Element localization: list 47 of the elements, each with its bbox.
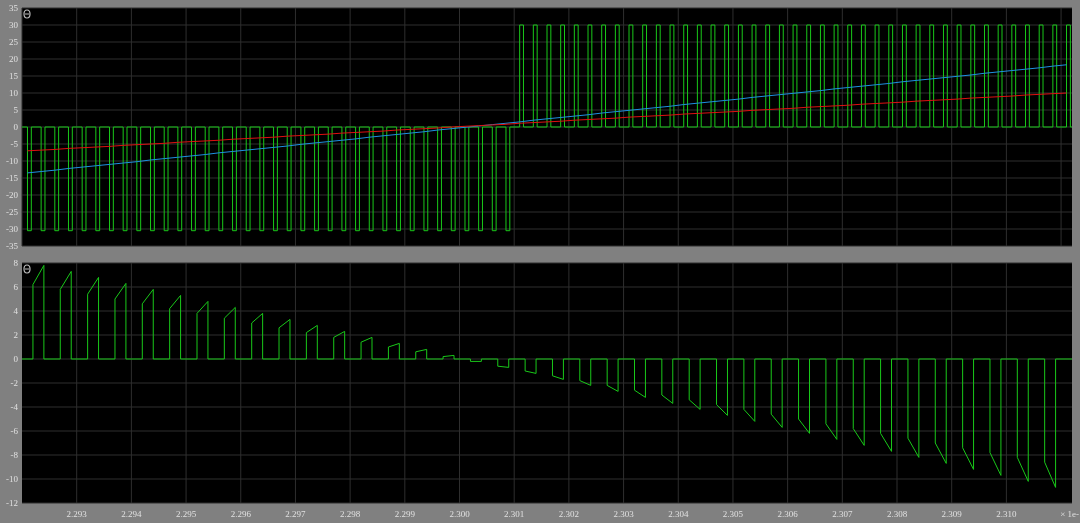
axis-tick-label: -30 <box>6 224 18 234</box>
axis-tick-label: 25 <box>9 37 18 47</box>
axis-tick-label: 4 <box>13 306 18 316</box>
axis-tick-label: -25 <box>6 207 18 217</box>
zoom-handle-icon[interactable] <box>23 264 31 274</box>
axis-tick-label: 2.301 <box>504 509 525 519</box>
axis-tick-label: 2.298 <box>340 509 361 519</box>
axis-tick-label: -10 <box>6 474 18 484</box>
axis-tick-label: 0 <box>13 354 18 364</box>
axis-tick-label: 20 <box>9 54 18 64</box>
axis-tick-label: 2.294 <box>121 509 142 519</box>
axis-tick-label: 2.305 <box>722 509 744 519</box>
axis-tick-label: 5 <box>13 105 18 115</box>
axis-tick-label: 15 <box>9 71 18 81</box>
axis-tick-label: 2.310 <box>996 509 1017 519</box>
axis-tick-label: -12 <box>6 498 18 508</box>
axis-tick-label: 0 <box>13 122 18 132</box>
axis-tick-label: 2.304 <box>668 509 689 519</box>
axis-tick-label: 2 <box>13 330 18 340</box>
axis-tick-label: 35 <box>9 3 18 13</box>
axis-tick-label: -35 <box>6 241 18 251</box>
axis-tick-label: 6 <box>13 282 18 292</box>
axis-tick-label: 2.302 <box>558 509 579 519</box>
axis-tick-label: 2.297 <box>285 509 306 519</box>
axis-tick-label: 2.296 <box>230 509 251 519</box>
axis-tick-label: 30 <box>9 20 18 30</box>
axis-tick-label: 2.293 <box>66 509 87 519</box>
axis-multiplier-label: × 1e- <box>1060 509 1079 519</box>
axis-tick-label: 2.307 <box>832 509 853 519</box>
axis-tick-label: 2.308 <box>886 509 908 519</box>
axis-tick-label: 2.309 <box>941 509 962 519</box>
axis-tick-label: -10 <box>6 156 18 166</box>
axis-tick-label: 2.300 <box>449 509 470 519</box>
axis-tick-label: -15 <box>6 173 18 183</box>
axis-tick-label: 8 <box>13 258 18 268</box>
axis-tick-label: -2 <box>10 378 18 388</box>
axis-tick-label: -20 <box>6 190 18 200</box>
axis-tick-label: -4 <box>10 402 18 412</box>
axis-tick-label: -6 <box>10 426 18 436</box>
axis-tick-label: 2.299 <box>394 509 415 519</box>
axis-tick-label: 2.303 <box>613 509 634 519</box>
axis-tick-label: 2.306 <box>777 509 798 519</box>
axis-tick-label: 2.295 <box>175 509 197 519</box>
axis-tick-label: -5 <box>10 139 18 149</box>
axis-tick-label: 10 <box>9 88 18 98</box>
zoom-handle-icon[interactable] <box>23 9 31 19</box>
axis-tick-label: -8 <box>10 450 18 460</box>
